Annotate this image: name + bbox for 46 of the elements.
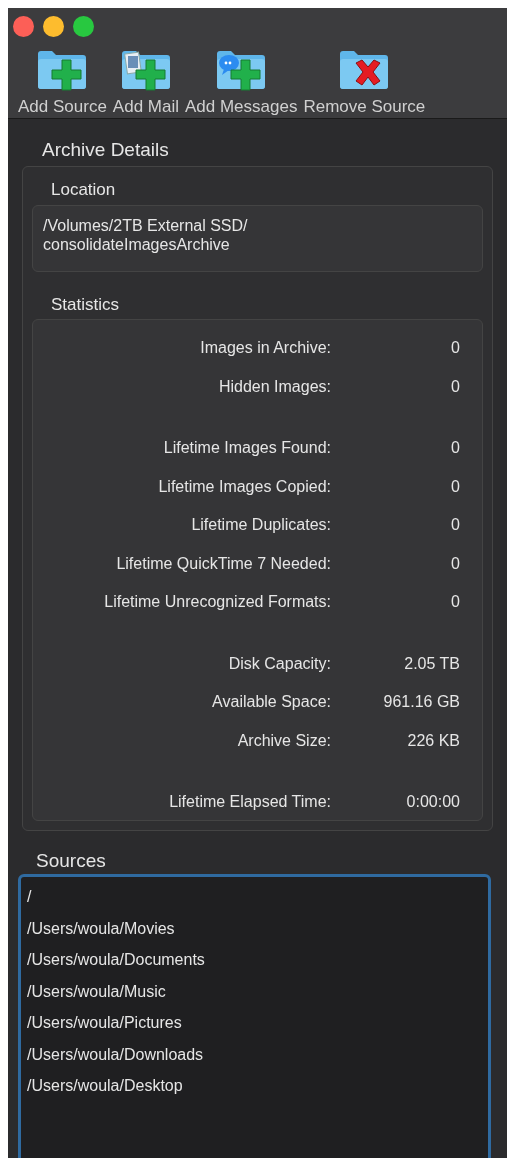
stat-value: 226 KB bbox=[406, 730, 460, 751]
stat-label: Hidden Images: bbox=[217, 376, 331, 397]
stat-label: Lifetime Images Copied: bbox=[157, 476, 331, 497]
source-item[interactable]: /Users/woula/Pictures bbox=[27, 1007, 182, 1039]
stat-label: Lifetime Duplicates: bbox=[190, 515, 331, 535]
stat-label: Lifetime QuickTime 7 Needed: bbox=[115, 553, 331, 574]
minimize-button[interactable] bbox=[43, 16, 64, 37]
stat-label: Lifetime Images Found: bbox=[162, 438, 331, 458]
sources-list[interactable]: / /Users/woula/Movies /Users/woula/Documents /Users/woula/Music /Users/woula/Pictures /Users/woula/Downloads /Users/woula/Desktop bbox=[18, 874, 491, 1158]
source-item[interactable]: /Users/woula/Desktop bbox=[27, 1070, 183, 1102]
group-label: Statistics bbox=[50, 293, 121, 316]
zoom-button[interactable] bbox=[73, 16, 94, 37]
source-item[interactable]: /Users/woula/Documents bbox=[27, 944, 205, 976]
stat-value: 0 bbox=[450, 338, 460, 358]
source-item[interactable]: /Users/woula/Movies bbox=[27, 912, 175, 944]
source-item[interactable]: / bbox=[27, 881, 32, 913]
stat-value: 961.16 GB bbox=[382, 692, 460, 712]
toolbar-button[interactable]: Add Mail bbox=[112, 48, 179, 118]
location-path: /Volumes/2TB External SSD/ consolidateImagesArchive bbox=[32, 204, 483, 272]
source-item[interactable]: /Users/woula/Music bbox=[27, 975, 166, 1007]
stat-label: Disk Capacity: bbox=[227, 653, 331, 674]
stat-label: Lifetime Elapsed Time: bbox=[168, 792, 331, 812]
folder-plus-icon bbox=[36, 48, 89, 92]
stat-label: Archive Size: bbox=[236, 730, 331, 751]
stat-label: Lifetime Unrecognized Formats: bbox=[103, 592, 331, 612]
toolbar-button[interactable]: Add Source bbox=[18, 48, 107, 118]
stat-label: Available Space: bbox=[211, 692, 331, 712]
toolbar-button[interactable]: Remove Source bbox=[303, 48, 426, 118]
stat-value: 0 bbox=[450, 515, 460, 535]
section-title: Archive Details bbox=[41, 139, 170, 161]
stat-value: 0 bbox=[450, 592, 460, 612]
stat-value: 2.05 TB bbox=[403, 653, 460, 674]
folder-cross-icon bbox=[338, 48, 391, 92]
toolbar-button[interactable]: Add Messages bbox=[185, 48, 298, 118]
source-item[interactable]: /Users/woula/Downloads bbox=[27, 1038, 204, 1070]
stat-value: 0 bbox=[450, 376, 460, 397]
stat-value: 0 bbox=[450, 553, 460, 574]
group-label: Location bbox=[50, 179, 117, 201]
stat-label: Images in Archive: bbox=[199, 338, 331, 358]
folder-plus-icon bbox=[119, 48, 172, 92]
folder-plus-icon bbox=[215, 48, 268, 92]
section-title: Sources bbox=[35, 849, 107, 872]
close-button[interactable] bbox=[13, 16, 34, 37]
stat-value: 0 bbox=[450, 438, 460, 458]
stat-value: 0:00:00 bbox=[405, 792, 460, 812]
stat-value: 0 bbox=[450, 476, 460, 497]
